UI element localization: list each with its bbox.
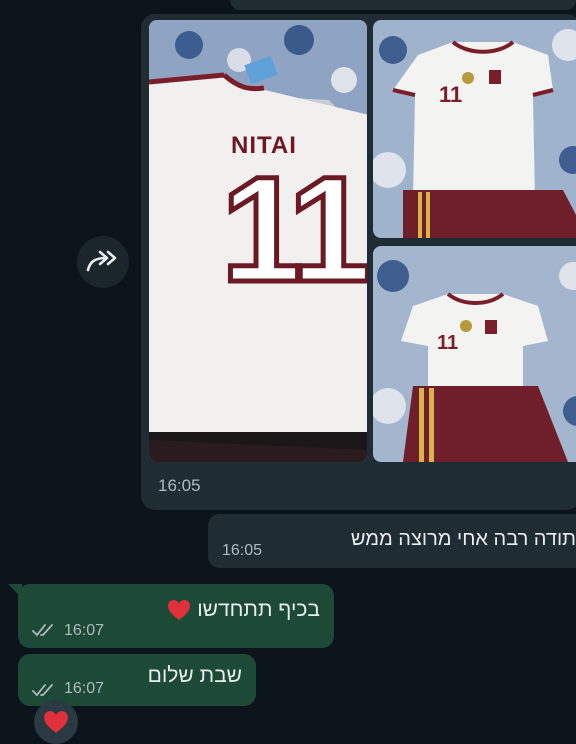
forward-button[interactable] [77, 236, 129, 288]
previous-message-bubble[interactable] [230, 0, 576, 10]
photo-album-message[interactable]: NITAI 11 11 11 16:05 [141, 14, 576, 510]
outgoing-message-text: שבת שלום [147, 664, 242, 687]
incoming-message-text: תודה רבה אחי מרוצה ממש [350, 528, 576, 550]
kit-number: 11 [439, 82, 463, 107]
album-photo-kit-1[interactable]: 11 [373, 20, 576, 238]
album-photo-jersey-back[interactable]: NITAI 11 [149, 20, 367, 462]
outgoing-message-content: בכיף תתחדשו [167, 598, 320, 622]
outgoing-message-time: 16:07 [64, 622, 105, 639]
heart-icon [44, 711, 68, 733]
outgoing-message-time: 16:07 [64, 680, 105, 697]
double-check-icon [32, 684, 53, 697]
heart-icon [168, 600, 191, 621]
outgoing-message-bubble[interactable]: שבת שלום 16:07 [18, 654, 256, 706]
jersey-number: 11 [219, 145, 367, 313]
forward-arrow-icon [86, 250, 117, 272]
outgoing-message-bubble[interactable]: בכיף תתחדשו 16:07 [18, 584, 334, 648]
album-photo-kit-2[interactable]: 11 [373, 246, 576, 462]
message-reaction[interactable] [34, 700, 78, 744]
incoming-message-bubble[interactable]: תודה רבה אחי מרוצה ממש 16:05 [208, 514, 576, 568]
kit-number: 11 [437, 332, 459, 354]
album-timestamp: 16:05 [158, 476, 201, 495]
outgoing-message-text: בכיף תתחדשו [197, 598, 320, 621]
double-check-icon [32, 624, 53, 637]
incoming-message-time: 16:05 [222, 542, 263, 559]
